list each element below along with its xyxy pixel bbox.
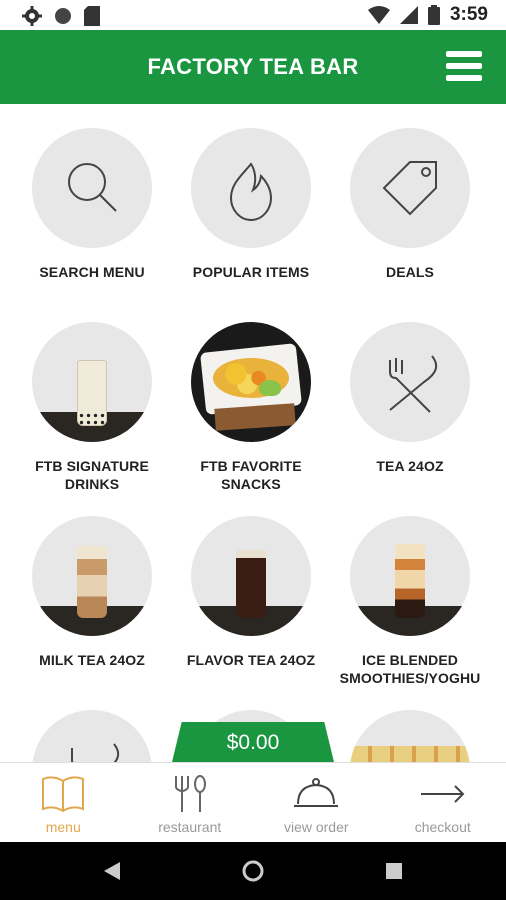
- tile-image-signature-drink: [32, 322, 152, 442]
- circle-icon: [55, 8, 71, 24]
- fork-knife-icon: [71, 743, 120, 762]
- tile-ice-blended-smoothies[interactable]: ICE BLENDED SMOOTHIES/YOGHU: [335, 516, 485, 687]
- tile-search-menu[interactable]: SEARCH MENU: [17, 128, 167, 281]
- cart-total-button[interactable]: $0.00: [172, 722, 334, 762]
- tile-ftb-favorite-snacks[interactable]: FTB FAVORITE SNACKS: [176, 322, 326, 493]
- tile-label: POPULAR ITEMS: [192, 264, 310, 280]
- nav-label: view order: [283, 819, 349, 835]
- tile-image: [32, 710, 152, 762]
- nav-checkout[interactable]: checkout: [380, 763, 506, 842]
- system-nav-bar: [0, 842, 506, 900]
- app-title: FACTORY TEA BAR: [147, 54, 359, 79]
- nav-label: menu: [45, 819, 81, 835]
- recents-icon[interactable]: [386, 863, 402, 879]
- book-icon: [42, 776, 85, 813]
- hamburger-icon[interactable]: [446, 51, 482, 81]
- price-tag-icon: [382, 161, 437, 216]
- settings-icon: [22, 6, 42, 26]
- nav-label: checkout: [414, 819, 471, 835]
- wifi-icon: [367, 6, 390, 24]
- search-icon: [68, 163, 117, 212]
- tile-image-smoothie: [350, 516, 470, 636]
- tile-image: [32, 128, 152, 248]
- tile-image: [350, 322, 470, 442]
- tile-label: DEALS: [386, 264, 434, 280]
- tile-label: SEARCH MENU: [39, 264, 145, 280]
- tile-row4-col3[interactable]: [335, 710, 485, 762]
- clock: 3:59: [449, 4, 488, 25]
- tile-image-flavor-tea: [191, 516, 311, 636]
- tile-flavor-tea-24oz[interactable]: FLAVOR TEA 24OZ: [176, 516, 326, 669]
- tile-image-snacks: [191, 322, 311, 442]
- tile-popular-items[interactable]: POPULAR ITEMS: [176, 128, 326, 281]
- app-bar: FACTORY TEA BAR: [0, 30, 506, 104]
- menu-grid: SEARCH MENU POPULAR ITEMS DEALS FTB SIGN…: [0, 104, 506, 762]
- cloche-icon: [294, 778, 339, 807]
- battery-icon: [427, 5, 440, 25]
- status-bar: 3:59: [0, 0, 506, 30]
- tile-label: FTB SIGNATURE DRINKS: [35, 458, 149, 492]
- tile-deals[interactable]: DEALS: [335, 128, 485, 281]
- tile-label: ICE BLENDED SMOOTHIES/YOGHU: [339, 652, 481, 686]
- tile-label: FTB FAVORITE SNACKS: [200, 458, 302, 492]
- signal-icon: [399, 6, 418, 24]
- fork-knife-icon: [389, 355, 438, 413]
- nav-restaurant[interactable]: restaurant: [127, 763, 254, 842]
- tile-image: [350, 128, 470, 248]
- arrow-right-icon: [420, 785, 465, 803]
- tile-milk-tea-24oz[interactable]: MILK TEA 24OZ: [17, 516, 167, 669]
- tile-tea-24oz[interactable]: TEA 24OZ: [335, 322, 485, 475]
- nav-menu[interactable]: menu: [0, 763, 127, 842]
- sd-card-icon: [84, 6, 100, 26]
- flame-icon: [229, 162, 273, 222]
- tile-label: TEA 24OZ: [376, 458, 444, 474]
- tile-label: MILK TEA 24OZ: [39, 652, 145, 668]
- home-icon[interactable]: [242, 860, 264, 882]
- fork-spoon-icon: [174, 775, 206, 812]
- tile-label: FLAVOR TEA 24OZ: [186, 652, 316, 668]
- tile-row4-col1[interactable]: [17, 710, 167, 762]
- nav-label: restaurant: [158, 819, 222, 835]
- tile-image-milk-tea: [32, 516, 152, 636]
- nav-view-order[interactable]: view order: [253, 763, 380, 842]
- tile-image: [350, 710, 470, 762]
- tile-image: [191, 128, 311, 248]
- cart-total: $0.00: [226, 731, 280, 754]
- back-icon[interactable]: [104, 862, 120, 880]
- tile-ftb-signature-drinks[interactable]: FTB SIGNATURE DRINKS: [17, 322, 167, 493]
- bottom-nav: menu restaurant view order checkout: [0, 762, 506, 842]
